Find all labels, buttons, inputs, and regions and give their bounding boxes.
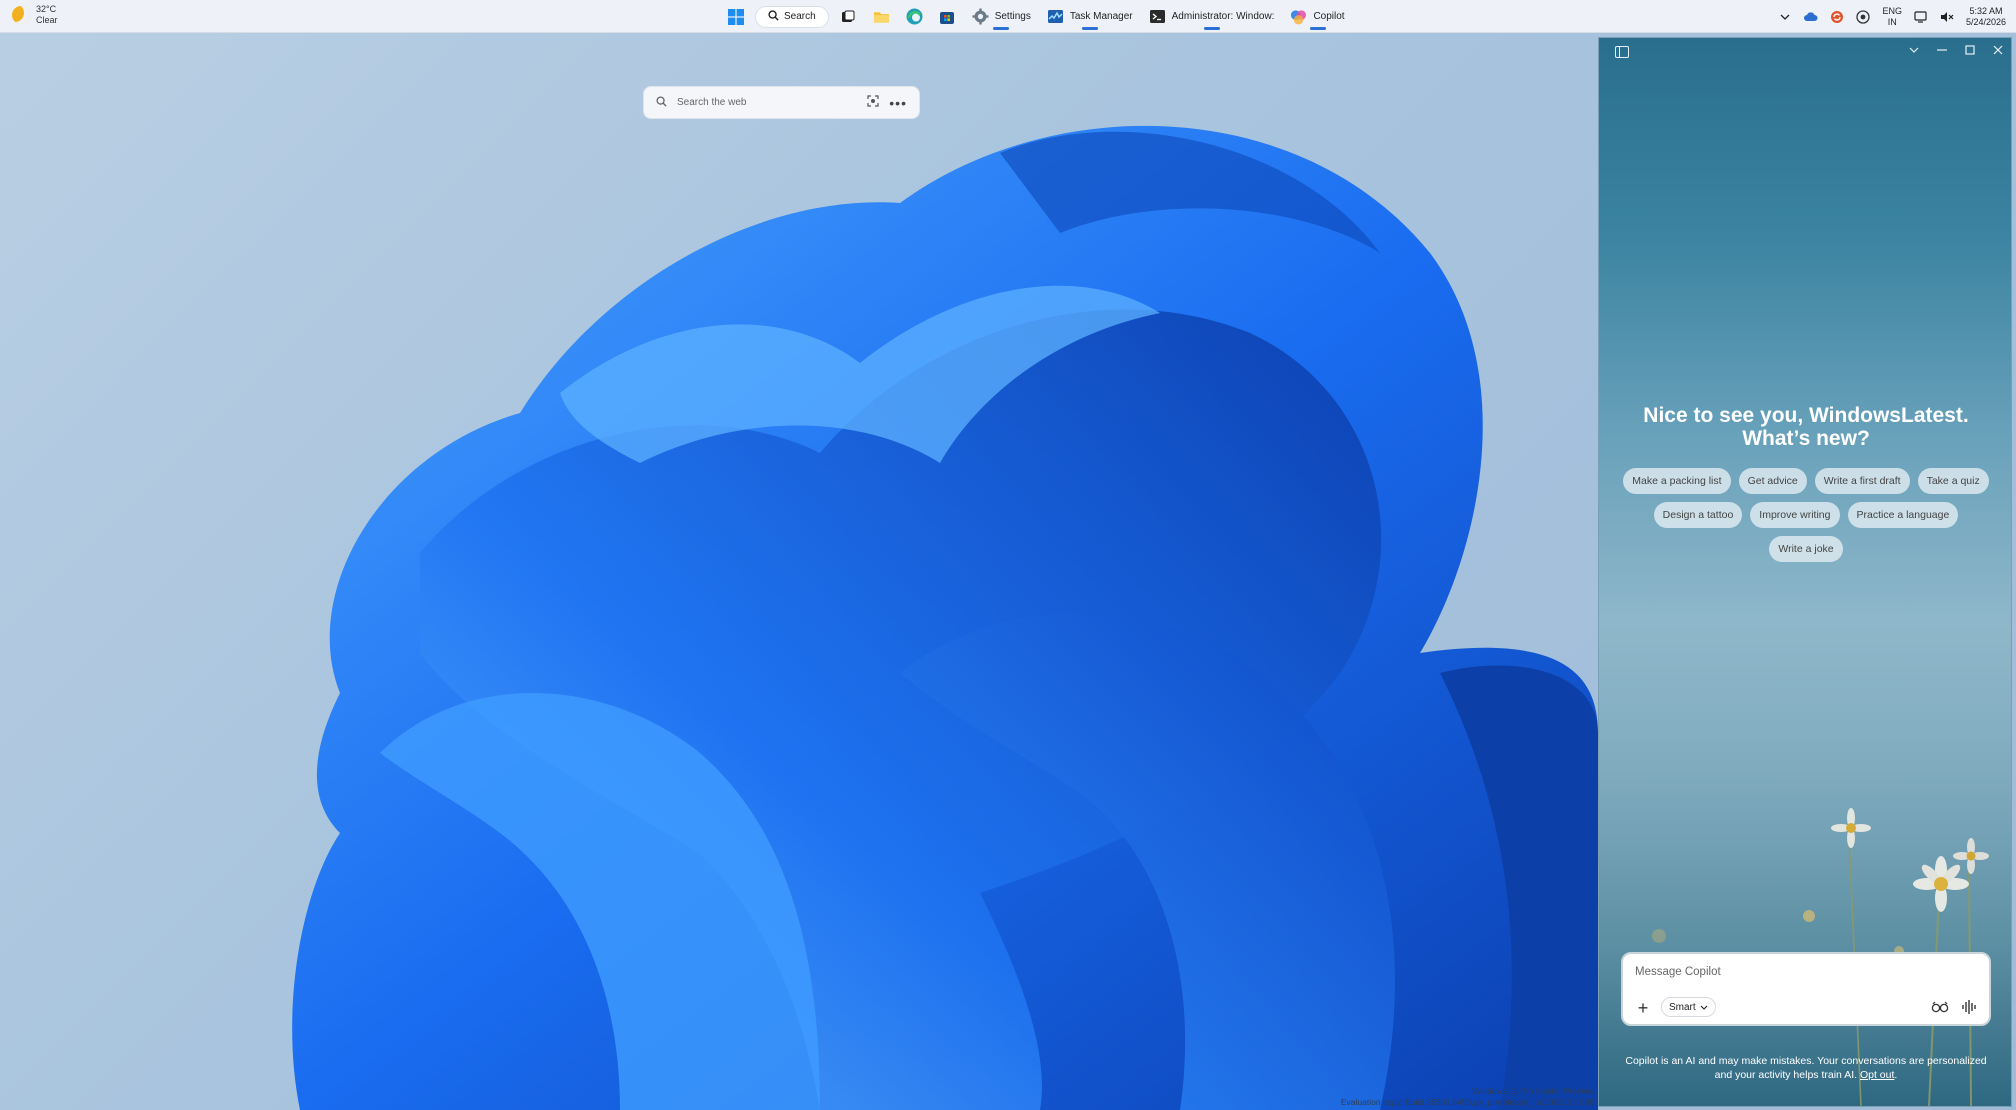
- weather-condition: Clear: [36, 15, 58, 25]
- ai-disclaimer: Copilot is an AI and may make mistakes. …: [1625, 1055, 1987, 1081]
- maximize-icon[interactable]: [1963, 40, 1977, 60]
- edge-button[interactable]: [901, 3, 928, 30]
- task-view-button[interactable]: [835, 3, 862, 30]
- suggestion-chip[interactable]: Write a first draft: [1814, 468, 1910, 494]
- suggestion-chip[interactable]: Write a joke: [1769, 536, 1843, 562]
- copilot-titlebar: [1599, 38, 2011, 68]
- visual-search-icon[interactable]: [867, 95, 879, 110]
- taskbar-app-label: Administrator: Window:: [1171, 11, 1275, 22]
- opt-out-link[interactable]: Opt out: [1860, 1069, 1894, 1081]
- mode-label: Smart: [1669, 1001, 1696, 1013]
- network-icon[interactable]: [1914, 10, 1928, 24]
- message-input[interactable]: Message Copilot: [1635, 966, 1721, 978]
- window-controls: [1907, 40, 2005, 60]
- taskbar-app-label: Settings: [994, 11, 1031, 22]
- folder-icon: [873, 8, 890, 25]
- lang-top: ENG: [1882, 5, 1902, 16]
- search-icon: [768, 9, 779, 24]
- taskbar-app-task-manager[interactable]: Task Manager: [1042, 3, 1138, 30]
- update-icon[interactable]: [1830, 10, 1844, 24]
- taskbar-app-label: Task Manager: [1069, 11, 1133, 22]
- mode-selector[interactable]: Smart: [1661, 997, 1716, 1017]
- close-icon[interactable]: [1991, 40, 2005, 60]
- clock-date: 5/24/2026: [1965, 16, 2006, 27]
- watermark-line2: Evaluation copy. Build 26300.8493.ge_pre…: [1340, 1097, 1594, 1107]
- suggestion-chip[interactable]: Get advice: [1738, 468, 1807, 494]
- more-options-icon[interactable]: •••: [889, 95, 907, 111]
- copilot-greeting: Nice to see you, WindowsLatest. What’s n…: [1643, 404, 1969, 450]
- suggestion-chip[interactable]: Make a packing list: [1623, 468, 1731, 494]
- suggestion-chip[interactable]: Design a tattoo: [1653, 502, 1743, 528]
- voice-waveform-icon[interactable]: [1961, 998, 1977, 1016]
- chevron-down-icon: [1700, 1002, 1708, 1013]
- add-attachment-icon[interactable]: +: [1633, 998, 1653, 1018]
- clock[interactable]: 5:32 AM 5/24/2026: [1966, 6, 2006, 28]
- message-composer: Message Copilot + Smart: [1621, 952, 1991, 1026]
- vision-glasses-icon[interactable]: [1931, 998, 1949, 1016]
- desktop: Search the web ••• Windows 11 Pro Inside…: [0, 33, 1598, 1110]
- terminal-icon: [1149, 8, 1166, 25]
- search-icon: [656, 95, 667, 110]
- windows-logo-icon: [727, 8, 744, 25]
- build-watermark: Windows 11 Pro Insider Preview Evaluatio…: [1341, 1086, 1594, 1108]
- file-explorer-button[interactable]: [868, 3, 895, 30]
- copilot-window: Nice to see you, WindowsLatest. What’s n…: [1598, 37, 2012, 1107]
- weather-temp: 32°C: [36, 4, 57, 14]
- task-view-icon: [840, 8, 857, 25]
- sidebar-toggle-icon[interactable]: [1615, 46, 1629, 58]
- suggestion-chip[interactable]: Practice a language: [1847, 502, 1959, 528]
- cloud-sync-icon[interactable]: [1804, 10, 1818, 24]
- task-manager-icon: [1047, 8, 1064, 25]
- volume-muted-icon[interactable]: [1940, 10, 1954, 24]
- weather-widget[interactable]: 32°C Clear: [12, 4, 58, 26]
- language-indicator[interactable]: ENG IN: [1882, 6, 1902, 28]
- watermark-line1: Windows 11 Pro Insider Preview: [1472, 1086, 1594, 1096]
- taskbar: 32°C Clear Search Settings Task Manager …: [0, 0, 2016, 33]
- web-search-placeholder: Search the web: [677, 97, 747, 108]
- taskbar-search-button[interactable]: Search: [755, 5, 829, 28]
- store-icon: [939, 8, 956, 25]
- store-button[interactable]: [934, 3, 961, 30]
- suggestion-chips: Make a packing list Get advice Write a f…: [1617, 468, 1995, 562]
- clock-time: 5:32 AM: [1969, 5, 2003, 16]
- suggestion-chip[interactable]: Improve writing: [1750, 502, 1840, 528]
- taskbar-app-copilot[interactable]: Copilot: [1285, 3, 1349, 30]
- taskbar-app-label: Copilot: [1313, 11, 1345, 22]
- gear-icon: [972, 8, 989, 25]
- system-tray: ENG IN 5:32 AM 5/24/2026: [1778, 0, 2006, 33]
- web-search-box[interactable]: Search the web •••: [643, 86, 920, 119]
- copilot-icon: [1290, 8, 1307, 25]
- lang-bottom: IN: [1887, 16, 1897, 27]
- taskbar-app-settings[interactable]: Settings: [967, 3, 1036, 30]
- suggestion-chip[interactable]: Take a quiz: [1917, 468, 1989, 494]
- security-icon[interactable]: [1856, 9, 1871, 24]
- taskbar-apps: Search Settings Task Manager Administrat…: [722, 3, 1350, 30]
- wallpaper-bloom: [292, 125, 1598, 1110]
- chevron-down-icon[interactable]: [1907, 40, 1921, 60]
- edge-icon: [906, 8, 923, 25]
- moon-icon: [12, 6, 30, 24]
- minimize-icon[interactable]: [1935, 40, 1949, 60]
- chevron-up-icon[interactable]: [1778, 10, 1792, 24]
- disclaimer-text: Copilot is an AI and may make mistakes. …: [1625, 1055, 1987, 1081]
- search-label: Search: [784, 11, 816, 22]
- taskbar-app-terminal[interactable]: Administrator: Window:: [1144, 3, 1280, 30]
- start-button[interactable]: [722, 3, 749, 30]
